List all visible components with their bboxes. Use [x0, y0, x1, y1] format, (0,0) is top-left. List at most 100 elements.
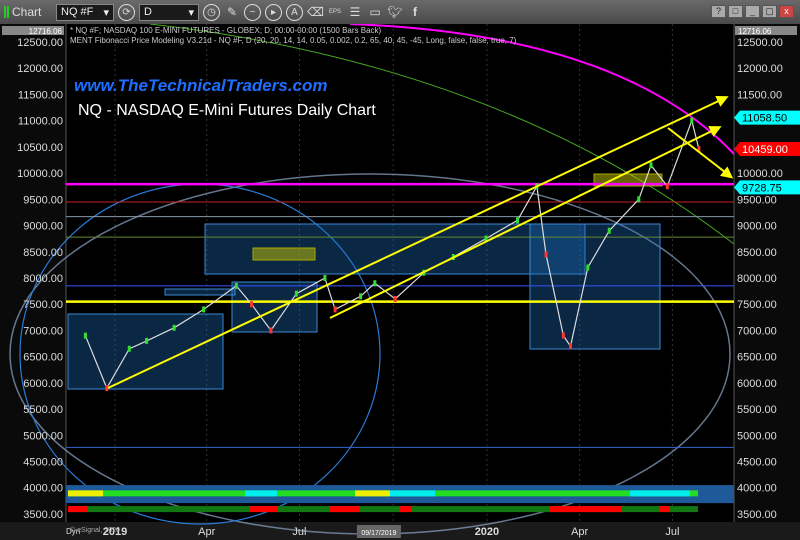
close-button[interactable]: x — [779, 5, 794, 18]
price-bar — [544, 251, 548, 258]
price-bar — [690, 117, 694, 124]
price-bar — [323, 274, 327, 281]
y-tick-label-left: 7000.00 — [23, 325, 63, 337]
y-tick-label-left: 10000.00 — [17, 168, 63, 180]
price-bar — [127, 345, 131, 352]
indicator-segment — [660, 506, 670, 513]
interval-select[interactable]: D ▾ — [139, 3, 199, 21]
interval-value: D — [144, 6, 152, 18]
x-tick-label: Jul — [665, 526, 679, 538]
indicator-segment — [400, 506, 412, 513]
zone-box — [252, 247, 316, 261]
y-tick-label-left: 4500.00 — [23, 457, 63, 469]
toolbar: Chart NQ #F ▾ ⟳ D ▾ ◷ ✎ ~ ▸ A ⌫ EPS ☰ ▭ 🐦︎… — [0, 0, 800, 24]
price-bar — [607, 227, 611, 234]
y-tick-label-right: 7500.00 — [737, 299, 777, 311]
text-icon[interactable]: A — [286, 3, 303, 21]
price-bar — [665, 183, 669, 190]
price-bar — [105, 385, 109, 392]
list-icon[interactable]: ☰ — [347, 5, 363, 19]
eps-icon[interactable]: EPS — [327, 9, 343, 15]
price-bar — [359, 293, 363, 300]
chevron-down-icon: ▾ — [188, 6, 194, 19]
price-tag-label: 10459.00 — [742, 144, 788, 156]
price-bar — [373, 280, 377, 287]
y-tick-label-left: 10500.00 — [17, 142, 63, 154]
channel-arrow — [667, 127, 734, 179]
y-tick-label-left: 7500.00 — [23, 299, 63, 311]
price-bar — [568, 343, 572, 350]
x-tick-label: Jul — [292, 526, 306, 538]
maximize-button[interactable]: ▢ — [762, 5, 777, 18]
link-icon[interactable]: ⟳ — [118, 3, 135, 21]
chart-title: Chart — [4, 5, 52, 19]
y-tick-label-right: 12000.00 — [737, 63, 783, 75]
indicator-segment — [245, 490, 277, 497]
y-tick-label-left: 6500.00 — [23, 352, 63, 364]
chevron-down-icon: ▾ — [103, 6, 109, 19]
indicator-segment — [250, 506, 278, 513]
pencil-icon[interactable]: ✎ — [224, 5, 240, 19]
indicator-segment — [355, 490, 390, 497]
copyright: © eSignal, 2020 — [70, 527, 120, 534]
indicator-segment — [390, 490, 435, 497]
window-buttons: ? □ _ ▢ x — [711, 5, 794, 18]
y-tick-label-right: 4500.00 — [737, 457, 777, 469]
price-bar — [250, 301, 254, 308]
top-price-left: 12716.06 — [29, 27, 63, 36]
draw-icon[interactable]: ~ — [244, 3, 261, 21]
price-bar — [294, 290, 298, 297]
help-button[interactable]: ? — [711, 5, 726, 18]
top-price-right: 12716.06 — [738, 27, 772, 36]
y-tick-label-left: 8000.00 — [23, 273, 63, 285]
y-tick-label-left: 9000.00 — [23, 221, 63, 233]
y-tick-label-left: 11500.00 — [18, 89, 63, 101]
zone-box — [529, 223, 661, 350]
eraser-icon[interactable]: ⌫ — [307, 5, 324, 19]
y-tick-label-left: 11000.00 — [18, 116, 63, 128]
price-bar — [234, 282, 238, 289]
y-tick-label-left: 8500.00 — [23, 247, 63, 259]
indicator-segment — [550, 506, 622, 513]
symbol-value: NQ #F — [61, 6, 94, 18]
twitter-icon[interactable]: 🐦︎ — [387, 5, 403, 19]
y-tick-label-right: 6500.00 — [737, 352, 777, 364]
comment-icon[interactable]: ▭ — [367, 5, 383, 19]
y-tick-label-left: 5000.00 — [23, 430, 63, 442]
y-tick-label-right: 5500.00 — [737, 404, 777, 416]
y-tick-label-left: 6000.00 — [23, 378, 63, 390]
play-icon[interactable]: ▸ — [265, 3, 282, 21]
indicator-segment — [68, 506, 88, 513]
minimize-button[interactable]: _ — [745, 5, 760, 18]
clock-icon[interactable]: ◷ — [203, 3, 220, 21]
y-tick-label-right: 12500.00 — [737, 37, 783, 49]
price-bar — [172, 324, 176, 331]
price-bar — [561, 332, 565, 339]
facebook-icon[interactable]: f — [407, 5, 423, 19]
restore-button[interactable]: □ — [728, 5, 743, 18]
study-header: MENT Fibonacci Price Modeling V3.21d - N… — [70, 36, 517, 45]
x-tick-label: 2020 — [475, 526, 499, 538]
y-tick-label-right: 7000.00 — [737, 325, 777, 337]
y-tick-label-right: 5000.00 — [737, 430, 777, 442]
price-bar — [202, 306, 206, 313]
symbol-select[interactable]: NQ #F ▾ — [56, 3, 114, 21]
y-tick-label-right: 11500.00 — [737, 89, 782, 101]
price-bar — [637, 196, 641, 203]
y-tick-label-right: 8000.00 — [737, 273, 777, 285]
y-tick-label-right: 10000.00 — [737, 168, 783, 180]
y-tick-label-right: 9000.00 — [737, 221, 777, 233]
y-tick-label-left: 3500.00 — [23, 509, 63, 521]
watermark-title: NQ - NASDAQ E-Mini Futures Daily Chart — [78, 102, 376, 119]
grip-icon — [4, 6, 9, 18]
cursor-date: 09/17/2019 — [361, 530, 396, 537]
chart-panel[interactable]: 12500.00 12500.00 12000.00 12000.00 11500.00… — [0, 24, 800, 540]
chart-label: Chart — [12, 5, 42, 19]
price-tag-label: 9728.75 — [742, 182, 782, 194]
indicator-segment — [630, 490, 690, 497]
price-bar — [145, 337, 149, 344]
y-tick-label-left: 4000.00 — [23, 483, 63, 495]
price-bar — [586, 264, 590, 271]
price-bar — [83, 332, 87, 339]
indicator-segment — [68, 490, 103, 497]
